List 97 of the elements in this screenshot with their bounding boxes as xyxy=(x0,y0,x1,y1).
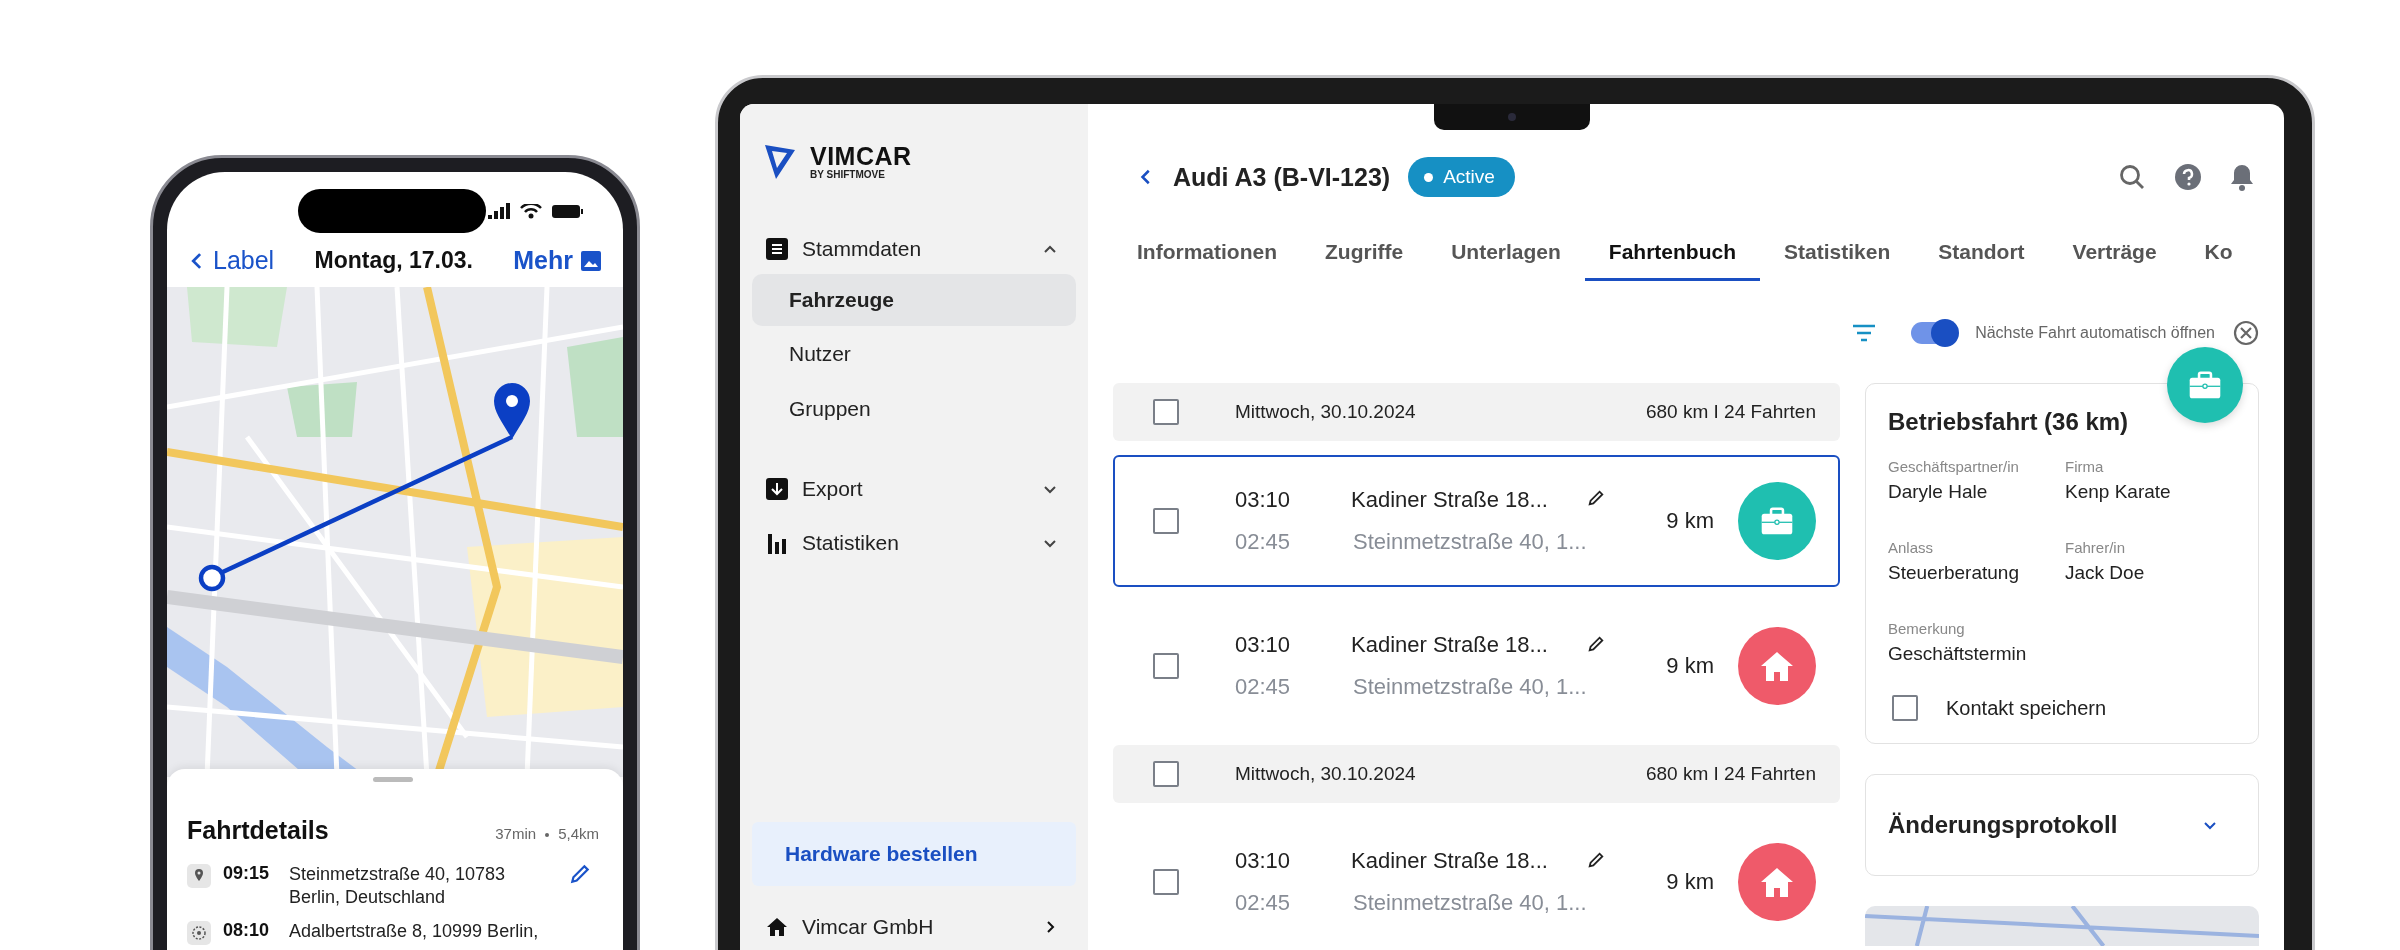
trip-summary: 37min 5,4km xyxy=(495,825,599,842)
to-address: Steinmetzstraße 40, 1... xyxy=(1353,529,1587,555)
screen-title: Montag, 17.03. xyxy=(314,247,473,274)
trip-distance: 9 km xyxy=(1666,653,1714,679)
logo-name: VIMCAR xyxy=(810,144,912,169)
end-time: 02:45 xyxy=(1235,890,1292,916)
field-label: Fahrer/in xyxy=(2065,539,2127,556)
help-icon[interactable] xyxy=(2174,163,2202,191)
field-label: Firma xyxy=(2065,458,2105,475)
from-address: Kadiner Straße 18... xyxy=(1351,632,1549,658)
pencil-icon[interactable] xyxy=(569,863,591,885)
end-time: 02:45 xyxy=(1235,674,1292,700)
nav-item[interactable]: Gruppen xyxy=(752,381,1076,436)
nav-item[interactable]: Nutzer xyxy=(752,326,1076,381)
nav-group[interactable]: Stammdaten xyxy=(752,224,1076,274)
house-icon xyxy=(1759,865,1795,899)
trip-row[interactable]: 03:10 02:45 Kadiner Straße 18... Steinmetzstraße 40, 1... 9 km xyxy=(1113,817,1840,947)
download-icon xyxy=(766,478,788,500)
end-time: 02:45 xyxy=(1235,529,1292,555)
day-date: Mittwoch, 30.10.2024 xyxy=(1235,401,1416,423)
field-value: Geschäftstermin xyxy=(1888,643,2028,665)
tab[interactable]: Standort xyxy=(1914,228,2049,281)
checkbox[interactable] xyxy=(1153,761,1179,787)
logo-tagline: BY SHIFTMOVE xyxy=(810,169,886,180)
nav-group[interactable]: Statistiken xyxy=(752,518,1076,568)
trip-distance: 9 km xyxy=(1666,869,1714,895)
checkbox[interactable] xyxy=(1153,869,1179,895)
target-icon xyxy=(187,921,211,945)
day-date: Mittwoch, 30.10.2024 xyxy=(1235,763,1416,785)
back-link[interactable]: Label xyxy=(185,246,275,275)
trip-row[interactable]: 03:10 02:45 Kadiner Straße 18... Steinmetzstraße 40, 1... 9 km xyxy=(1113,601,1840,731)
stop-time: 08:10 xyxy=(223,920,271,941)
nav-group[interactable]: Export xyxy=(752,464,1076,514)
day-summary: 680 km I 24 Fahrten xyxy=(1645,763,1816,785)
changelog-accordion[interactable]: Änderungsprotokoll xyxy=(1865,774,2259,876)
signal-icon xyxy=(488,203,510,219)
filter-icon[interactable] xyxy=(1851,323,1878,343)
battery-icon xyxy=(552,204,583,218)
close-icon[interactable] xyxy=(2233,320,2259,346)
briefcase-icon xyxy=(2188,370,2222,400)
toggle-switch[interactable] xyxy=(1911,322,1958,344)
tab[interactable]: Informationen xyxy=(1113,228,1301,281)
card-title: Betriebsfahrt (36 km) xyxy=(1888,408,2130,436)
checkbox[interactable] xyxy=(1153,653,1179,679)
toggle-label: Nächste Fahrt automatisch öffnen xyxy=(1975,324,2215,342)
list-icon xyxy=(766,238,788,260)
vehicle-title: Audi A3 (B-VI-123) xyxy=(1173,162,1391,192)
separator-dot xyxy=(545,833,550,838)
trip-row[interactable]: 03:10 02:45 Kadiner Straße 18... Steinmetzstraße 40, 1... 9 km xyxy=(1113,455,1840,587)
sheet-handle[interactable] xyxy=(373,777,413,782)
nav-item[interactable]: Fahrzeuge xyxy=(752,274,1076,326)
field-label: Bemerkung xyxy=(1888,620,1966,637)
pencil-icon[interactable] xyxy=(1586,851,1605,869)
tab[interactable]: Fahrtenbuch xyxy=(1584,228,1760,281)
house-icon xyxy=(1759,649,1795,683)
account-switcher[interactable]: Vimcar GmbH xyxy=(752,902,1076,950)
tab[interactable]: Statistiken xyxy=(1760,228,1915,281)
house-icon xyxy=(766,917,788,937)
checkbox[interactable] xyxy=(1892,695,1918,721)
field-value: Kenp Karate xyxy=(2065,481,2172,503)
tab[interactable]: Unterlagen xyxy=(1427,228,1585,281)
field-value: Jack Doe xyxy=(2065,562,2146,584)
checkbox[interactable] xyxy=(1153,399,1179,425)
start-time: 03:10 xyxy=(1235,848,1292,874)
pin-icon xyxy=(187,864,211,888)
pencil-icon[interactable] xyxy=(1586,635,1605,653)
field-value: Daryle Hale xyxy=(1888,481,1989,503)
field-value: Steuerberatung xyxy=(1888,562,2020,584)
more-link[interactable]: Mehr xyxy=(513,246,601,275)
pencil-icon[interactable] xyxy=(1586,489,1605,507)
start-time: 03:10 xyxy=(1235,632,1292,658)
status-badge: Active xyxy=(1408,157,1515,197)
stop-address: Steinmetzstraße 40, 10783 Berlin, Deutschland xyxy=(289,863,507,908)
field-label: Geschäftspartner/in xyxy=(1888,458,2020,475)
to-address: Steinmetzstraße 40, 1... xyxy=(1353,890,1587,916)
trip-distance: 9 km xyxy=(1666,508,1714,534)
wifi-icon xyxy=(520,203,542,219)
to-address: Steinmetzstraße 40, 1... xyxy=(1353,674,1587,700)
from-address: Kadiner Straße 18... xyxy=(1351,848,1549,874)
checkbox[interactable] xyxy=(1153,508,1179,534)
search-icon[interactable] xyxy=(2118,163,2146,191)
tab[interactable]: Ko xyxy=(2180,228,2257,281)
checkbox-label: Kontakt speichern xyxy=(1946,696,2107,720)
image-icon xyxy=(581,250,601,271)
sheet-title: Fahrtdetails xyxy=(187,816,329,845)
stop-address: Adalbertstraße 8, 10999 Berlin, xyxy=(289,920,540,943)
briefcase-icon xyxy=(1760,506,1794,536)
tab[interactable]: Zugriffe xyxy=(1301,228,1428,281)
field-label: Anlass xyxy=(1888,539,1935,556)
bar-chart-icon xyxy=(766,532,788,554)
stop-time: 09:15 xyxy=(223,863,271,884)
from-address: Kadiner Straße 18... xyxy=(1351,487,1549,513)
tab[interactable]: Verträge xyxy=(2048,228,2181,281)
bell-icon[interactable] xyxy=(2230,163,2254,191)
start-time: 03:10 xyxy=(1235,487,1292,513)
day-summary: 680 km I 24 Fahrten xyxy=(1645,401,1816,423)
order-hardware-button[interactable]: Hardware bestellen xyxy=(752,822,1076,886)
